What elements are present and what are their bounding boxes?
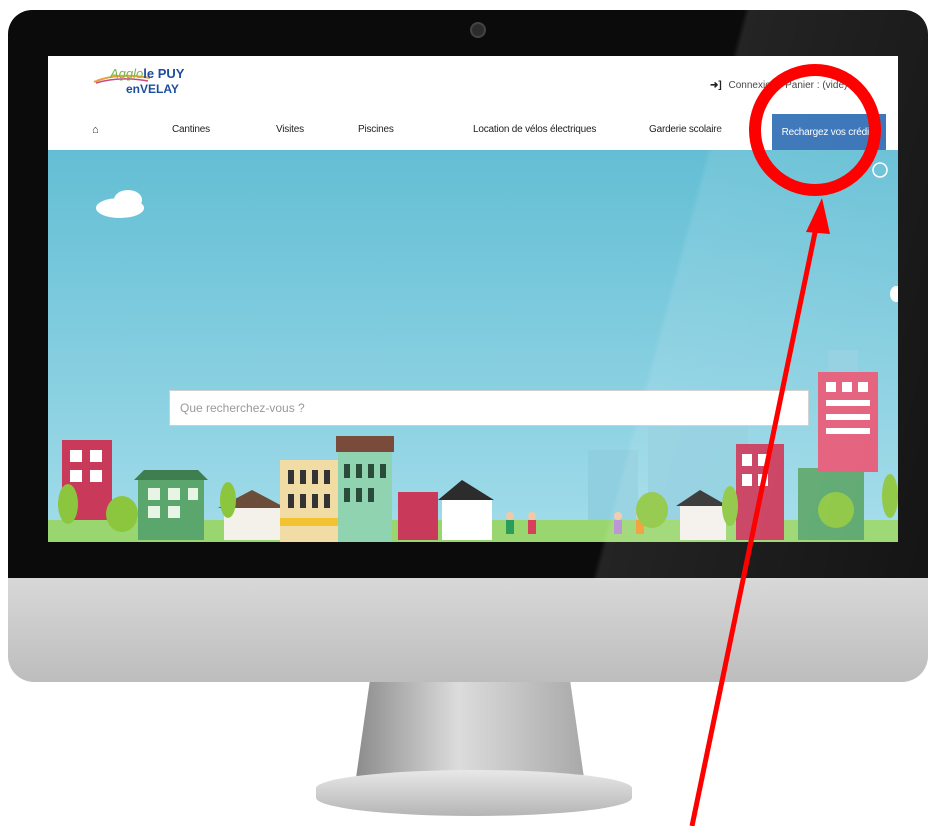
logo-subtitle: enVELAY (126, 82, 179, 96)
site-header: Agglole PUY enVELAY ➜] Connexion Panier … (48, 56, 898, 150)
nav-item-visites[interactable]: Visites (276, 124, 304, 135)
cloud-icon (96, 190, 144, 218)
website-screen: Agglole PUY enVELAY ➜] Connexion Panier … (48, 56, 898, 542)
nav-item-piscines[interactable]: Piscines (358, 124, 394, 135)
hero-banner (48, 150, 898, 542)
monitor-base (316, 770, 632, 816)
city-illustration (48, 162, 898, 542)
main-nav: ⌂ Cantines Visites Piscines Location de … (48, 114, 898, 150)
recharge-credits-button[interactable]: Rechargez vos crédits (772, 114, 886, 150)
monitor-chin (8, 578, 928, 682)
nav-item-velos[interactable]: Location de vélos électriques (473, 124, 596, 135)
login-label: Connexion (728, 80, 777, 91)
logo-title: Agglole PUY (110, 66, 185, 81)
cart-label[interactable]: Panier : (vide) (785, 80, 847, 91)
home-icon[interactable]: ⌂ (92, 124, 99, 136)
nav-item-garderie[interactable]: Garderie scolaire (649, 124, 722, 135)
monitor-stand (356, 682, 584, 778)
nav-item-cantines[interactable]: Cantines (172, 124, 210, 135)
search-input[interactable] (169, 390, 809, 426)
login-link[interactable]: ➜] Connexion Panier : (vide) (710, 80, 847, 91)
webcam-icon (470, 22, 486, 38)
sign-in-icon: ➜] (710, 80, 722, 91)
site-logo[interactable]: Agglole PUY enVELAY (92, 62, 192, 106)
